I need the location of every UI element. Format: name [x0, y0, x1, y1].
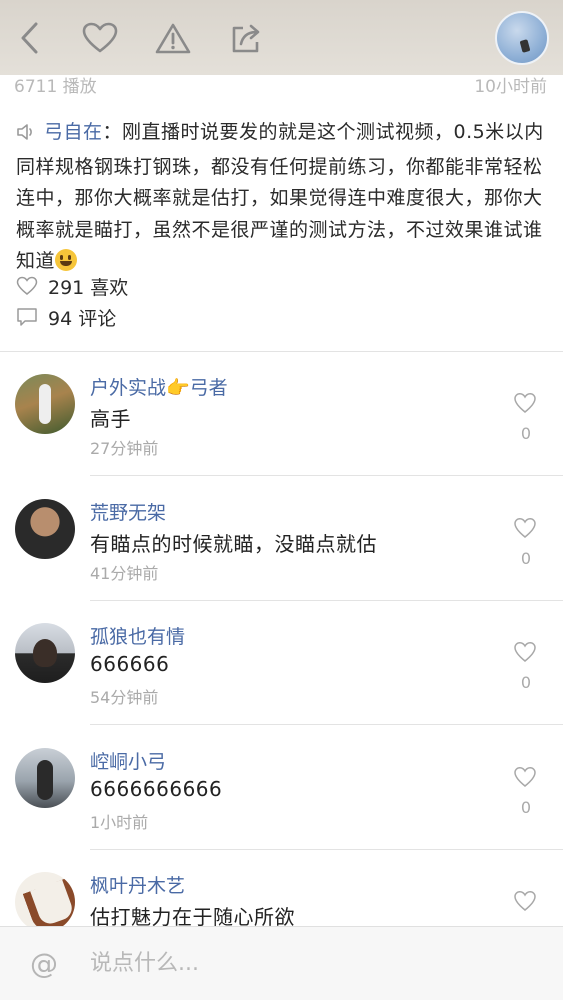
comment-item[interactable]: 崆峒小弓 6666666666 1小时前 0 [0, 726, 563, 850]
share-icon [232, 24, 260, 53]
comment-input[interactable] [90, 941, 530, 985]
comment-icon [16, 307, 40, 327]
heart-icon[interactable] [513, 641, 537, 663]
heart-icon[interactable] [513, 766, 537, 788]
comment-time: 1小时前 [90, 813, 149, 832]
comment-time: 41分钟前 [90, 564, 159, 583]
comment-like-count: 0 [520, 424, 531, 443]
comment-like-count: 0 [520, 673, 531, 692]
comment-author[interactable]: 孤狼也有情 [90, 622, 185, 649]
comment-like-count: 0 [520, 549, 531, 568]
comment-text: 高手 [90, 407, 131, 431]
comment-author[interactable]: 枫叶丹木艺 [90, 871, 185, 898]
share-button[interactable] [226, 18, 266, 58]
heart-icon[interactable] [513, 517, 537, 539]
comment-input-bar: @ [0, 926, 563, 1000]
post-author[interactable]: 弓自在 [44, 121, 103, 143]
post-time: 10小时前 [474, 77, 547, 97]
avatar[interactable] [15, 872, 75, 932]
comment-item[interactable]: 孤狼也有情 666666 54分钟前 0 [0, 601, 563, 725]
divider [90, 724, 563, 725]
comment-author[interactable]: 荒野无架 [90, 498, 166, 525]
report-button[interactable] [153, 18, 193, 58]
comments-stat[interactable]: 94 评论 [16, 303, 116, 331]
author-separator: ： [102, 121, 123, 143]
heart-icon[interactable] [513, 890, 537, 912]
likes-stat[interactable]: 291 喜欢 [16, 272, 128, 300]
top-nav-bar [0, 0, 563, 75]
comments-count: 94 评论 [48, 307, 117, 330]
comment-text: 6666666666 [90, 777, 223, 801]
comment-item[interactable]: 荒野无架 有瞄点的时候就瞄，没瞄点就估 41分钟前 0 [0, 477, 563, 601]
avatar[interactable] [15, 748, 75, 808]
uploader-avatar[interactable] [495, 11, 549, 65]
divider [90, 475, 563, 476]
comment-time: 54分钟前 [90, 688, 159, 707]
likes-count: 291 喜欢 [48, 276, 129, 299]
avatar[interactable] [15, 374, 75, 434]
warning-icon [155, 23, 191, 54]
back-button[interactable] [10, 18, 50, 58]
play-count: 6711 播放 [14, 77, 97, 97]
grinning-face-emoji [55, 249, 78, 271]
comment-item[interactable]: 户外实战👉弓者 高手 27分钟前 0 [0, 352, 563, 476]
comment-time: 27分钟前 [90, 439, 159, 458]
post-description: 弓自在：刚直播时说要发的就是这个测试视频，0.5米以内同样规格钢珠打钢珠，都没有… [16, 117, 550, 278]
comment-text: 666666 [90, 652, 170, 676]
comment-author[interactable]: 户外实战👉弓者 [90, 373, 228, 400]
avatar[interactable] [15, 499, 75, 559]
post-text: 刚直播时说要发的就是这个测试视频，0.5米以内同样规格钢珠打钢珠，都没有任何提前… [16, 121, 544, 272]
video-meta: 6711 播放 10小时前 [0, 70, 563, 100]
speaker-icon [16, 120, 36, 152]
at-icon[interactable]: @ [30, 947, 58, 980]
heart-icon [16, 276, 40, 296]
avatar[interactable] [15, 623, 75, 683]
comment-text: 有瞄点的时候就瞄，没瞄点就估 [90, 532, 377, 556]
heart-icon [82, 22, 118, 53]
comment-author[interactable]: 崆峒小弓 [90, 747, 166, 774]
heart-icon[interactable] [513, 392, 537, 414]
like-button[interactable] [80, 18, 120, 58]
chevron-left-icon [21, 22, 38, 54]
comment-like-count: 0 [520, 798, 531, 817]
